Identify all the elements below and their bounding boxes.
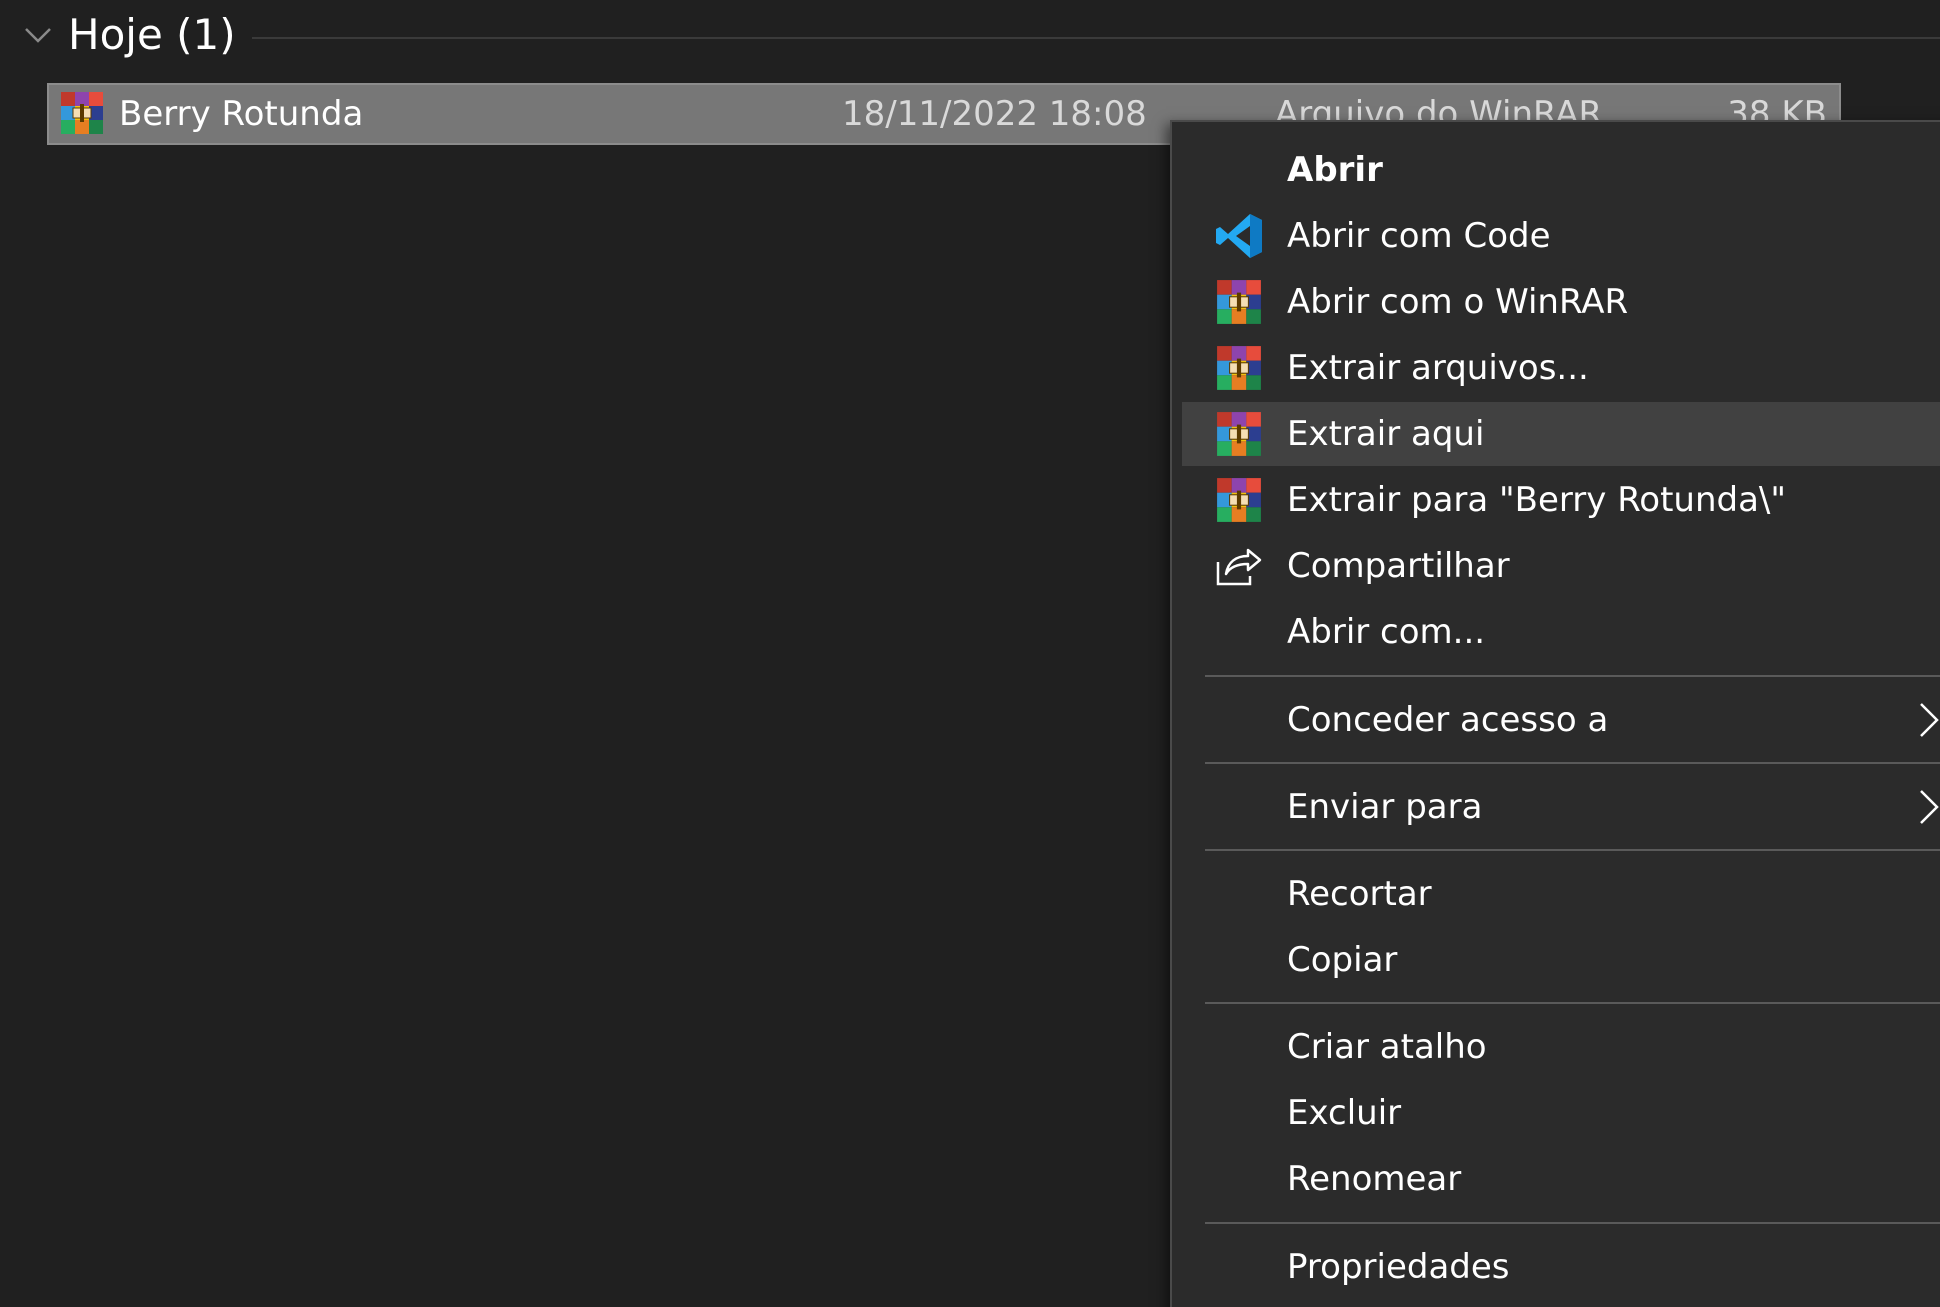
file-name: Berry Rotunda [119, 94, 364, 134]
menu-item-renomear[interactable]: Renomear [1182, 1147, 1940, 1211]
menu-item-label: Propriedades [1287, 1247, 1510, 1287]
group-title: Hoje (1) [68, 10, 236, 59]
menu-item-label: Criar atalho [1287, 1027, 1487, 1067]
menu-item-label: Extrair arquivos... [1287, 348, 1589, 388]
menu-item-excluir[interactable]: Excluir [1182, 1081, 1940, 1145]
group-header[interactable]: Hoje (1) [0, 0, 1940, 74]
chevron-right-icon [1920, 703, 1939, 737]
winrar-icon [1217, 346, 1261, 390]
menu-item-enviar-para[interactable]: Enviar para [1182, 775, 1940, 839]
menu-separator [1205, 849, 1940, 851]
menu-separator [1205, 1222, 1940, 1224]
context-menu: Abrir Abrir com Code Abrir com o WinRAR [1170, 120, 1940, 1307]
menu-separator [1205, 675, 1940, 677]
menu-item-label: Extrair para "Berry Rotunda\" [1287, 480, 1787, 520]
menu-item-label: Excluir [1287, 1093, 1402, 1133]
menu-item-propriedades[interactable]: Propriedades [1182, 1235, 1940, 1299]
file-modified-date: 18/11/2022 18:08 [842, 94, 1147, 134]
menu-item-abrir-com-code[interactable]: Abrir com Code [1182, 204, 1940, 268]
menu-item-criar-atalho[interactable]: Criar atalho [1182, 1015, 1940, 1079]
menu-item-extrair-aqui[interactable]: Extrair aqui [1182, 402, 1940, 466]
winrar-icon [1217, 412, 1261, 456]
winrar-icon [1217, 280, 1261, 324]
menu-item-recortar[interactable]: Recortar [1182, 862, 1940, 926]
menu-item-label: Enviar para [1287, 787, 1483, 827]
menu-item-copiar[interactable]: Copiar [1182, 928, 1940, 992]
menu-item-extrair-para[interactable]: Extrair para "Berry Rotunda\" [1182, 468, 1940, 532]
menu-item-label: Extrair aqui [1287, 414, 1485, 454]
menu-item-abrir-com[interactable]: Abrir com... [1182, 600, 1940, 664]
winrar-archive-icon [61, 92, 103, 134]
menu-item-label: Renomear [1287, 1159, 1462, 1199]
menu-item-label: Abrir com o WinRAR [1287, 282, 1629, 322]
group-divider [252, 37, 1940, 39]
menu-separator [1205, 762, 1940, 764]
menu-item-label: Copiar [1287, 940, 1398, 980]
menu-item-extrair-arquivos[interactable]: Extrair arquivos... [1182, 336, 1940, 400]
menu-item-label: Abrir [1287, 150, 1383, 190]
vscode-icon [1216, 214, 1262, 258]
winrar-icon [1217, 478, 1261, 522]
chevron-down-icon[interactable] [22, 18, 54, 50]
menu-item-label: Conceder acesso a [1287, 700, 1609, 740]
menu-item-abrir-com-winrar[interactable]: Abrir com o WinRAR [1182, 270, 1940, 334]
menu-item-conceder-acesso[interactable]: Conceder acesso a [1182, 688, 1940, 752]
menu-item-abrir[interactable]: Abrir [1182, 138, 1940, 202]
menu-separator [1205, 1002, 1940, 1004]
menu-item-label: Recortar [1287, 874, 1432, 914]
menu-item-label: Abrir com Code [1287, 216, 1551, 256]
menu-item-label: Abrir com... [1287, 612, 1486, 652]
share-icon [1216, 548, 1262, 586]
menu-item-label: Compartilhar [1287, 546, 1510, 586]
menu-item-compartilhar[interactable]: Compartilhar [1182, 534, 1940, 598]
chevron-right-icon [1920, 790, 1939, 824]
